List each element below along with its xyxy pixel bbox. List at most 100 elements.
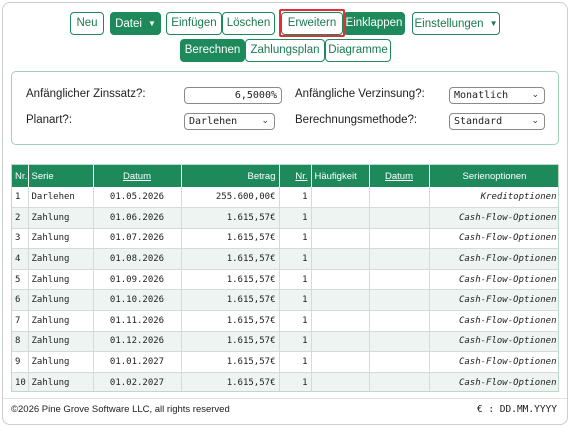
row-options-cell[interactable]: Cash-Flow-Optionen <box>429 289 558 312</box>
row-series-cell[interactable]: Zahlung <box>28 310 94 332</box>
interest-rate-input[interactable]: 6,5000% <box>184 87 282 104</box>
row-frequency-cell[interactable] <box>311 248 370 270</box>
row-date-cell[interactable]: 01.07.2026 <box>93 228 182 250</box>
tab-charts[interactable]: Diagramme <box>325 39 391 62</box>
row-count-cell[interactable]: 1 <box>279 187 312 209</box>
row-nr-cell[interactable]: 7 <box>12 310 29 332</box>
row-series-cell[interactable]: Zahlung <box>28 289 94 312</box>
row-count-cell[interactable]: 1 <box>279 228 312 250</box>
row-amount-cell[interactable]: 1.615,57€ <box>181 269 280 291</box>
row-date-cell[interactable]: 01.11.2026 <box>93 310 182 332</box>
row-date-cell[interactable]: 01.05.2026 <box>93 187 182 209</box>
table-row[interactable]: 5 Zahlung 01.09.2026 1.615,57€ 1 Cash-Flow-Op… <box>12 269 558 291</box>
header-date2[interactable]: Datum <box>369 165 430 187</box>
row-date2-cell[interactable] <box>369 228 430 250</box>
row-amount-cell[interactable]: 1.615,57€ <box>181 248 280 270</box>
row-amount-cell[interactable]: 1.615,57€ <box>181 351 280 373</box>
row-frequency-cell[interactable] <box>311 289 370 312</box>
row-amount-cell[interactable]: 255.600,00€ <box>181 187 280 209</box>
table-row[interactable]: 10 Zahlung 01.02.2027 1.615,57€ 1 Cash-Flow-O… <box>12 372 558 391</box>
row-series-cell[interactable]: Zahlung <box>28 228 94 250</box>
tab-calculate[interactable]: Berechnen <box>180 39 245 62</box>
row-nr-cell[interactable]: 1 <box>12 187 29 209</box>
row-date-cell[interactable]: 01.01.2027 <box>93 351 182 373</box>
row-count-cell[interactable]: 1 <box>279 248 312 270</box>
row-options-cell[interactable]: Cash-Flow-Optionen <box>429 372 558 391</box>
row-series-cell[interactable]: Zahlung <box>28 248 94 270</box>
row-amount-cell[interactable]: 1.615,57€ <box>181 207 280 229</box>
row-count-cell[interactable]: 1 <box>279 372 312 391</box>
row-amount-cell[interactable]: 1.615,57€ <box>181 372 280 391</box>
row-date-cell[interactable]: 01.09.2026 <box>93 269 182 291</box>
row-options-cell[interactable]: Kreditoptionen <box>429 187 558 209</box>
table-row[interactable]: 8 Zahlung 01.12.2026 1.615,57€ 1 Cash-Flow-Op… <box>12 331 558 353</box>
row-date2-cell[interactable] <box>369 310 430 332</box>
row-series-cell[interactable]: Zahlung <box>28 372 94 391</box>
row-count-cell[interactable]: 1 <box>279 289 312 312</box>
header-date[interactable]: Datum <box>93 165 182 187</box>
row-nr-cell[interactable]: 5 <box>12 269 29 291</box>
row-nr-cell[interactable]: 4 <box>12 248 29 270</box>
table-row[interactable]: 3 Zahlung 01.07.2026 1.615,57€ 1 Cash-Flow-Op… <box>12 228 558 250</box>
row-date-cell[interactable]: 01.12.2026 <box>93 331 182 353</box>
row-date-cell[interactable]: 01.10.2026 <box>93 289 182 312</box>
row-nr-cell[interactable]: 3 <box>12 228 29 250</box>
row-amount-cell[interactable]: 1.615,57€ <box>181 228 280 250</box>
row-nr-cell[interactable]: 9 <box>12 351 29 373</box>
expand-button[interactable]: Erweitern <box>281 12 343 35</box>
row-frequency-cell[interactable] <box>311 228 370 250</box>
plan-type-select[interactable]: Darlehen ⌄ <box>184 113 275 130</box>
row-options-cell[interactable]: Cash-Flow-Optionen <box>429 248 558 270</box>
row-frequency-cell[interactable] <box>311 351 370 373</box>
row-nr-cell[interactable]: 2 <box>12 207 29 229</box>
insert-button[interactable]: Einfügen <box>166 12 222 35</box>
row-options-cell[interactable]: Cash-Flow-Optionen <box>429 269 558 291</box>
row-date2-cell[interactable] <box>369 269 430 291</box>
row-options-cell[interactable]: Cash-Flow-Optionen <box>429 351 558 373</box>
row-amount-cell[interactable]: 1.615,57€ <box>181 331 280 353</box>
row-series-cell[interactable]: Darlehen <box>28 187 94 209</box>
row-nr-cell[interactable]: 8 <box>12 331 29 353</box>
row-amount-cell[interactable]: 1.615,57€ <box>181 310 280 332</box>
row-date-cell[interactable]: 01.08.2026 <box>93 248 182 270</box>
row-count-cell[interactable]: 1 <box>279 351 312 373</box>
row-count-cell[interactable]: 1 <box>279 269 312 291</box>
compounding-select[interactable]: Monatlich ⌄ <box>449 87 545 104</box>
delete-button[interactable]: Löschen <box>222 12 275 35</box>
header-count[interactable]: Nr. <box>279 165 312 187</box>
table-row[interactable]: 9 Zahlung 01.01.2027 1.615,57€ 1 Cash-Flow-Op… <box>12 351 558 373</box>
row-series-cell[interactable]: Zahlung <box>28 269 94 291</box>
collapse-button[interactable]: Einklappen <box>343 12 405 35</box>
row-date2-cell[interactable] <box>369 187 430 209</box>
row-options-cell[interactable]: Cash-Flow-Optionen <box>429 310 558 332</box>
row-date-cell[interactable]: 01.06.2026 <box>93 207 182 229</box>
row-frequency-cell[interactable] <box>311 269 370 291</box>
row-count-cell[interactable]: 1 <box>279 207 312 229</box>
settings-menu-button[interactable]: Einstellungen ▼ <box>412 12 500 35</box>
row-count-cell[interactable]: 1 <box>279 331 312 353</box>
row-series-cell[interactable]: Zahlung <box>28 351 94 373</box>
table-row[interactable]: 1 Darlehen 01.05.2026 255.600,00€ 1 Kreditopt… <box>12 187 558 209</box>
row-date2-cell[interactable] <box>369 207 430 229</box>
row-options-cell[interactable]: Cash-Flow-Optionen <box>429 228 558 250</box>
row-frequency-cell[interactable] <box>311 331 370 353</box>
row-frequency-cell[interactable] <box>311 207 370 229</box>
row-date2-cell[interactable] <box>369 331 430 353</box>
row-date2-cell[interactable] <box>369 372 430 391</box>
table-row[interactable]: 2 Zahlung 01.06.2026 1.615,57€ 1 Cash-Flow-Op… <box>12 207 558 229</box>
table-row[interactable]: 7 Zahlung 01.11.2026 1.615,57€ 1 Cash-Flow-Op… <box>12 310 558 332</box>
file-menu-button[interactable]: Datei ▼ <box>110 12 161 35</box>
row-nr-cell[interactable]: 6 <box>12 289 29 312</box>
row-options-cell[interactable]: Cash-Flow-Optionen <box>429 331 558 353</box>
row-options-cell[interactable]: Cash-Flow-Optionen <box>429 207 558 229</box>
row-date2-cell[interactable] <box>369 289 430 312</box>
table-row[interactable]: 4 Zahlung 01.08.2026 1.615,57€ 1 Cash-Flow-Op… <box>12 248 558 270</box>
row-amount-cell[interactable]: 1.615,57€ <box>181 289 280 312</box>
row-frequency-cell[interactable] <box>311 187 370 209</box>
row-date2-cell[interactable] <box>369 351 430 373</box>
row-date2-cell[interactable] <box>369 248 430 270</box>
method-select[interactable]: Standard ⌄ <box>449 113 545 130</box>
row-nr-cell[interactable]: 10 <box>12 372 29 391</box>
tab-schedule[interactable]: Zahlungsplan <box>245 39 325 62</box>
row-series-cell[interactable]: Zahlung <box>28 207 94 229</box>
